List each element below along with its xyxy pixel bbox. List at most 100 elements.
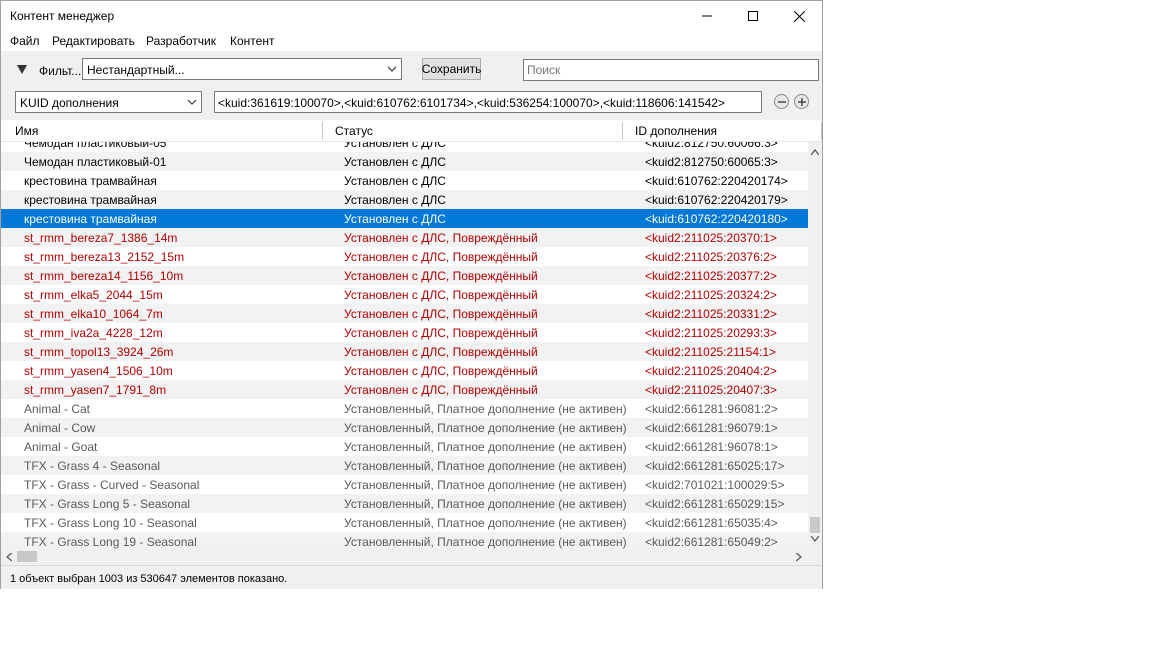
row-name: st_rmm_topol13_3924_26m — [24, 345, 174, 359]
list-row[interactable]: st_rmm_elka5_2044_15m Установлен с ДЛС, П… — [1, 285, 808, 304]
minimize-button[interactable] — [684, 1, 730, 31]
row-name: st_rmm_bereza7_1386_14m — [24, 231, 178, 245]
row-kuid: <kuid2:211025:20370:1> — [645, 231, 777, 245]
row-status: Установлен с ДЛС, Повреждённый — [344, 326, 538, 340]
column-header-name[interactable]: Имя — [15, 124, 38, 138]
chevron-down-icon — [187, 99, 197, 105]
menu-edit[interactable]: Редактировать — [52, 34, 135, 48]
list-row[interactable]: st_rmm_topol13_3924_26m Установлен с ДЛС,… — [1, 342, 808, 361]
list-row[interactable]: крестовина трамвайная Установлен с ДЛС <ku… — [1, 171, 808, 190]
list-row[interactable]: TFX - Grass - Curved - Seasonal Установле… — [1, 475, 808, 494]
row-status: Установленный, Платное дополнение (не ак… — [344, 402, 627, 416]
row-name: st_rmm_iva2a_4228_12m — [24, 326, 163, 340]
row-name: st_rmm_yasen4_1506_10m — [24, 364, 173, 378]
column-divider[interactable] — [322, 122, 323, 140]
column-divider[interactable] — [622, 122, 623, 140]
row-name: TFX - Grass 4 - Seasonal — [24, 459, 161, 473]
horizontal-scrollbar[interactable] — [1, 549, 808, 564]
column-divider[interactable] — [821, 122, 822, 140]
save-button-label: Сохранить — [421, 62, 482, 76]
scrollbar-corner — [808, 549, 822, 564]
row-status: Установлен с ДЛС — [344, 212, 446, 226]
content-manager-window: Контент менеджер Файл Редактировать Разр… — [0, 0, 823, 589]
column-header-status[interactable]: Статус — [335, 124, 373, 138]
row-kuid: <kuid2:211025:20324:2> — [645, 288, 777, 302]
row-status: Установлен с ДЛС, Повреждённый — [344, 288, 538, 302]
add-kuid-button[interactable] — [794, 94, 809, 109]
list-row[interactable]: st_rmm_bereza13_2152_15m Установлен с ДЛС… — [1, 247, 808, 266]
list-row[interactable]: TFX - Grass Long 19 - Seasonal Установлен… — [1, 532, 808, 549]
list-header: Имя Статус ID дополнения — [1, 120, 822, 142]
row-kuid: <kuid2:661281:96079:1> — [645, 421, 778, 435]
row-status: Установлен с ДЛС, Повреждённый — [344, 269, 538, 283]
filter-label: Фильт... — [39, 64, 82, 78]
row-kuid: <kuid:610762:220420180> — [645, 212, 788, 226]
row-status: Установлен с ДЛС — [344, 155, 446, 169]
row-status: Установлен с ДЛС, Повреждённый — [344, 307, 538, 321]
row-name: Animal - Cow — [24, 421, 96, 435]
menu-developer[interactable]: Разработчик — [146, 34, 216, 48]
row-kuid: <kuid2:211025:20376:2> — [645, 250, 777, 264]
list-row[interactable]: st_rmm_yasen7_1791_8m Установлен с ДЛС, П… — [1, 380, 808, 399]
list-row[interactable]: st_rmm_bereza14_1156_10m Установлен с ДЛС… — [1, 266, 808, 285]
save-button[interactable]: Сохранить — [422, 58, 481, 80]
row-name: Чемодан пластиковый-05 — [24, 142, 167, 150]
list-row[interactable]: крестовина трамвайная Установлен с ДЛС <ku… — [1, 190, 808, 209]
filter-dropdown[interactable]: Нестандартный... — [82, 58, 402, 80]
vertical-scrollbar[interactable] — [808, 142, 822, 549]
list-row[interactable]: TFX - Grass Long 5 - Seasonal Установленн… — [1, 494, 808, 513]
column-header-kuid[interactable]: ID дополнения — [635, 124, 717, 138]
vertical-scroll-thumb[interactable] — [810, 517, 820, 533]
row-name: Animal - Goat — [24, 440, 98, 454]
list-row[interactable]: Чемодан пластиковый-05 Установлен с ДЛС <k… — [1, 142, 808, 152]
row-name: TFX - Grass Long 5 - Seasonal — [24, 497, 191, 511]
row-kuid: <kuid2:701021:100029:5> — [645, 478, 785, 492]
row-kuid: <kuid2:812750:60066:3> — [645, 142, 778, 150]
row-status: Установлен с ДЛС — [344, 193, 446, 207]
menu-file[interactable]: Файл — [10, 34, 40, 48]
row-status: Установлен с ДЛС — [344, 174, 446, 188]
row-kuid: <kuid2:812750:60065:3> — [645, 155, 778, 169]
list-row-selected[interactable]: крестовина трамвайная Установлен с ДЛС <ku… — [1, 209, 808, 228]
row-status: Установленный, Платное дополнение (не ак… — [344, 478, 627, 492]
list-row[interactable]: st_rmm_yasen4_1506_10m Установлен с ДЛС, … — [1, 361, 808, 380]
list-row[interactable]: Animal - Goat Установленный, Платное допо… — [1, 437, 808, 456]
row-name: TFX - Grass Long 10 - Seasonal — [24, 516, 197, 530]
close-button[interactable] — [776, 1, 822, 31]
list-row[interactable]: st_rmm_iva2a_4228_12m Установлен с ДЛС, П… — [1, 323, 808, 342]
row-kuid: <kuid2:661281:65049:2> — [645, 535, 778, 549]
horizontal-scroll-thumb[interactable] — [17, 551, 37, 562]
row-name: st_rmm_bereza14_1156_10m — [24, 269, 184, 283]
list-row[interactable]: Animal - Cat Установленный, Платное допол… — [1, 399, 808, 418]
row-status: Установлен с ДЛС, Повреждённый — [344, 364, 538, 378]
minus-icon — [777, 100, 786, 103]
chevron-down-icon — [387, 66, 397, 72]
content-list[interactable]: Чемодан пластиковый-05 Установлен с ДЛС <k… — [1, 142, 808, 549]
plus-icon — [797, 97, 806, 106]
list-row[interactable]: TFX - Grass 4 - Seasonal Установленный, П… — [1, 456, 808, 475]
row-name: st_rmm_elka5_2044_15m — [24, 288, 163, 302]
title-bar: Контент менеджер — [1, 1, 822, 31]
remove-kuid-button[interactable] — [774, 94, 789, 109]
row-name: крестовина трамвайная — [24, 212, 157, 226]
kuid-type-dropdown[interactable]: KUID дополнения — [15, 91, 202, 113]
list-row[interactable]: TFX - Grass Long 10 - Seasonal Установлен… — [1, 513, 808, 532]
list-row[interactable]: st_rmm_elka10_1064_7m Установлен с ДЛС, П… — [1, 304, 808, 323]
row-kuid: <kuid2:661281:65025:17> — [645, 459, 785, 473]
search-input[interactable] — [523, 59, 819, 81]
list-row[interactable]: Animal - Cow Установленный, Платное допол… — [1, 418, 808, 437]
kuid-type-value: KUID дополнения — [20, 96, 119, 110]
kuid-list-input[interactable]: <kuid:361619:100070>,<kuid:610762:610173… — [214, 91, 762, 113]
maximize-button[interactable] — [730, 1, 776, 31]
scroll-right-icon — [796, 553, 802, 561]
row-name: Animal - Cat — [24, 402, 91, 416]
row-status: Установленный, Платное дополнение (не ак… — [344, 497, 627, 511]
row-kuid: <kuid:610762:220420179> — [645, 193, 788, 207]
row-name: TFX - Grass - Curved - Seasonal — [24, 478, 200, 492]
row-status: Установленный, Платное дополнение (не ак… — [344, 535, 627, 549]
collapse-triangle-icon[interactable] — [17, 65, 27, 74]
status-text: 1 объект выбран 1003 из 530647 элементов… — [10, 573, 288, 585]
list-row[interactable]: st_rmm_bereza7_1386_14m Установлен с ДЛС,… — [1, 228, 808, 247]
list-row[interactable]: Чемодан пластиковый-01 Установлен с ДЛС <k… — [1, 152, 808, 171]
menu-content[interactable]: Контент — [230, 34, 274, 48]
